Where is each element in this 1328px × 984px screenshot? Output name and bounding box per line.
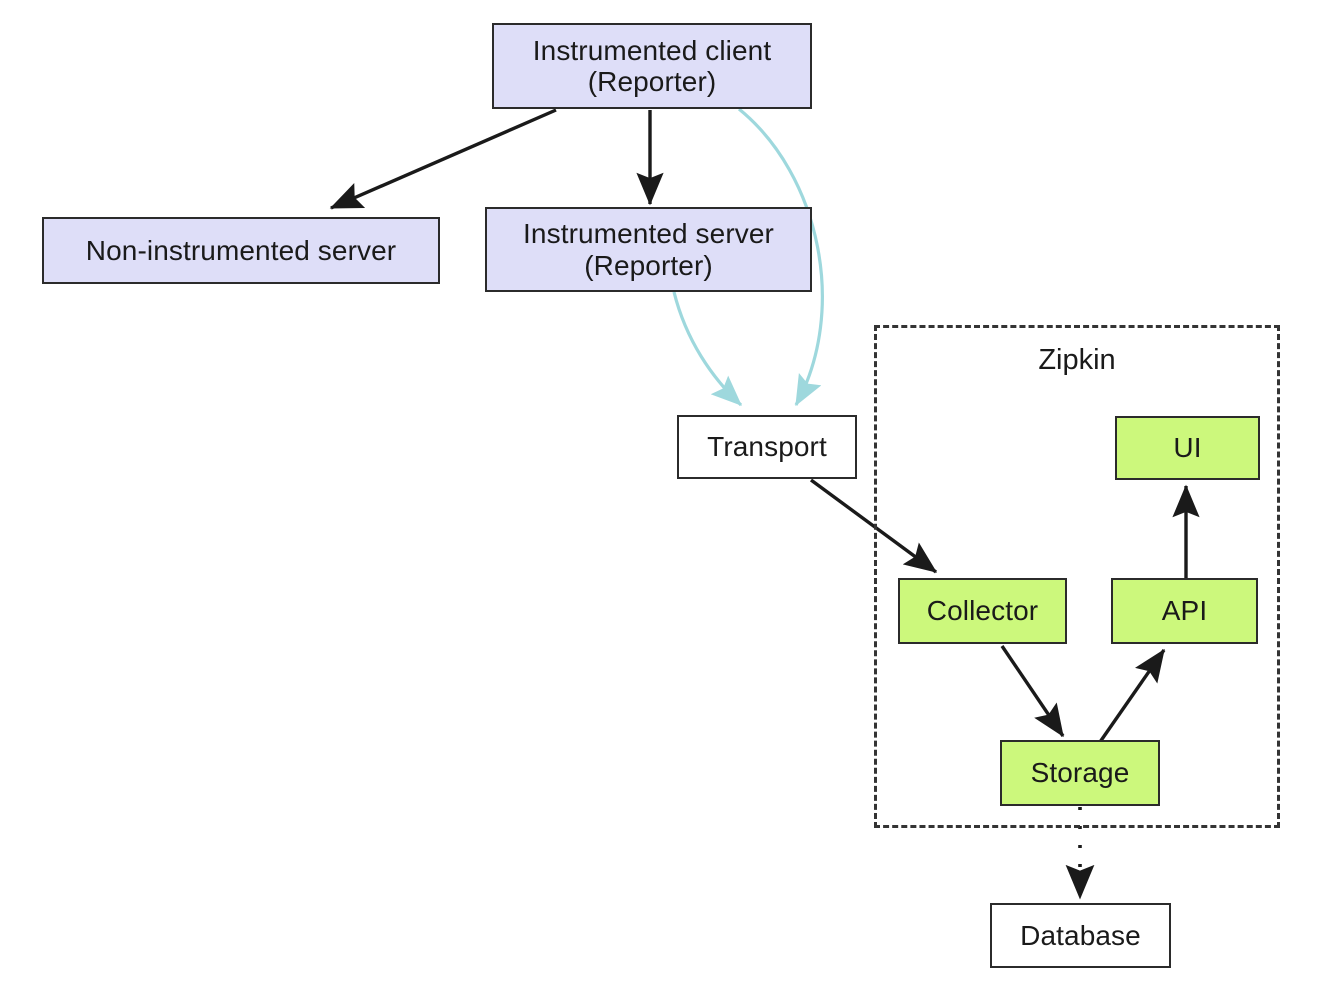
node-transport[interactable]: Transport (677, 415, 857, 479)
node-api[interactable]: API (1111, 578, 1258, 644)
edge-client-to-non-instrumented-server (329, 108, 557, 210)
node-non-instrumented-server[interactable]: Non-instrumented server (42, 217, 440, 284)
edge-instrumented-server-to-transport (672, 291, 743, 407)
node-ui[interactable]: UI (1115, 416, 1260, 480)
node-database[interactable]: Database (990, 903, 1171, 968)
node-storage[interactable]: Storage (1000, 740, 1160, 806)
diagram-canvas: Zipkin Instrumented client (Reporter) No… (0, 0, 1328, 984)
node-collector[interactable]: Collector (898, 578, 1067, 644)
zipkin-group-label: Zipkin (1038, 344, 1116, 376)
node-instrumented-server[interactable]: Instrumented server (Reporter) (485, 207, 812, 292)
node-instrumented-client[interactable]: Instrumented client (Reporter) (492, 23, 812, 109)
